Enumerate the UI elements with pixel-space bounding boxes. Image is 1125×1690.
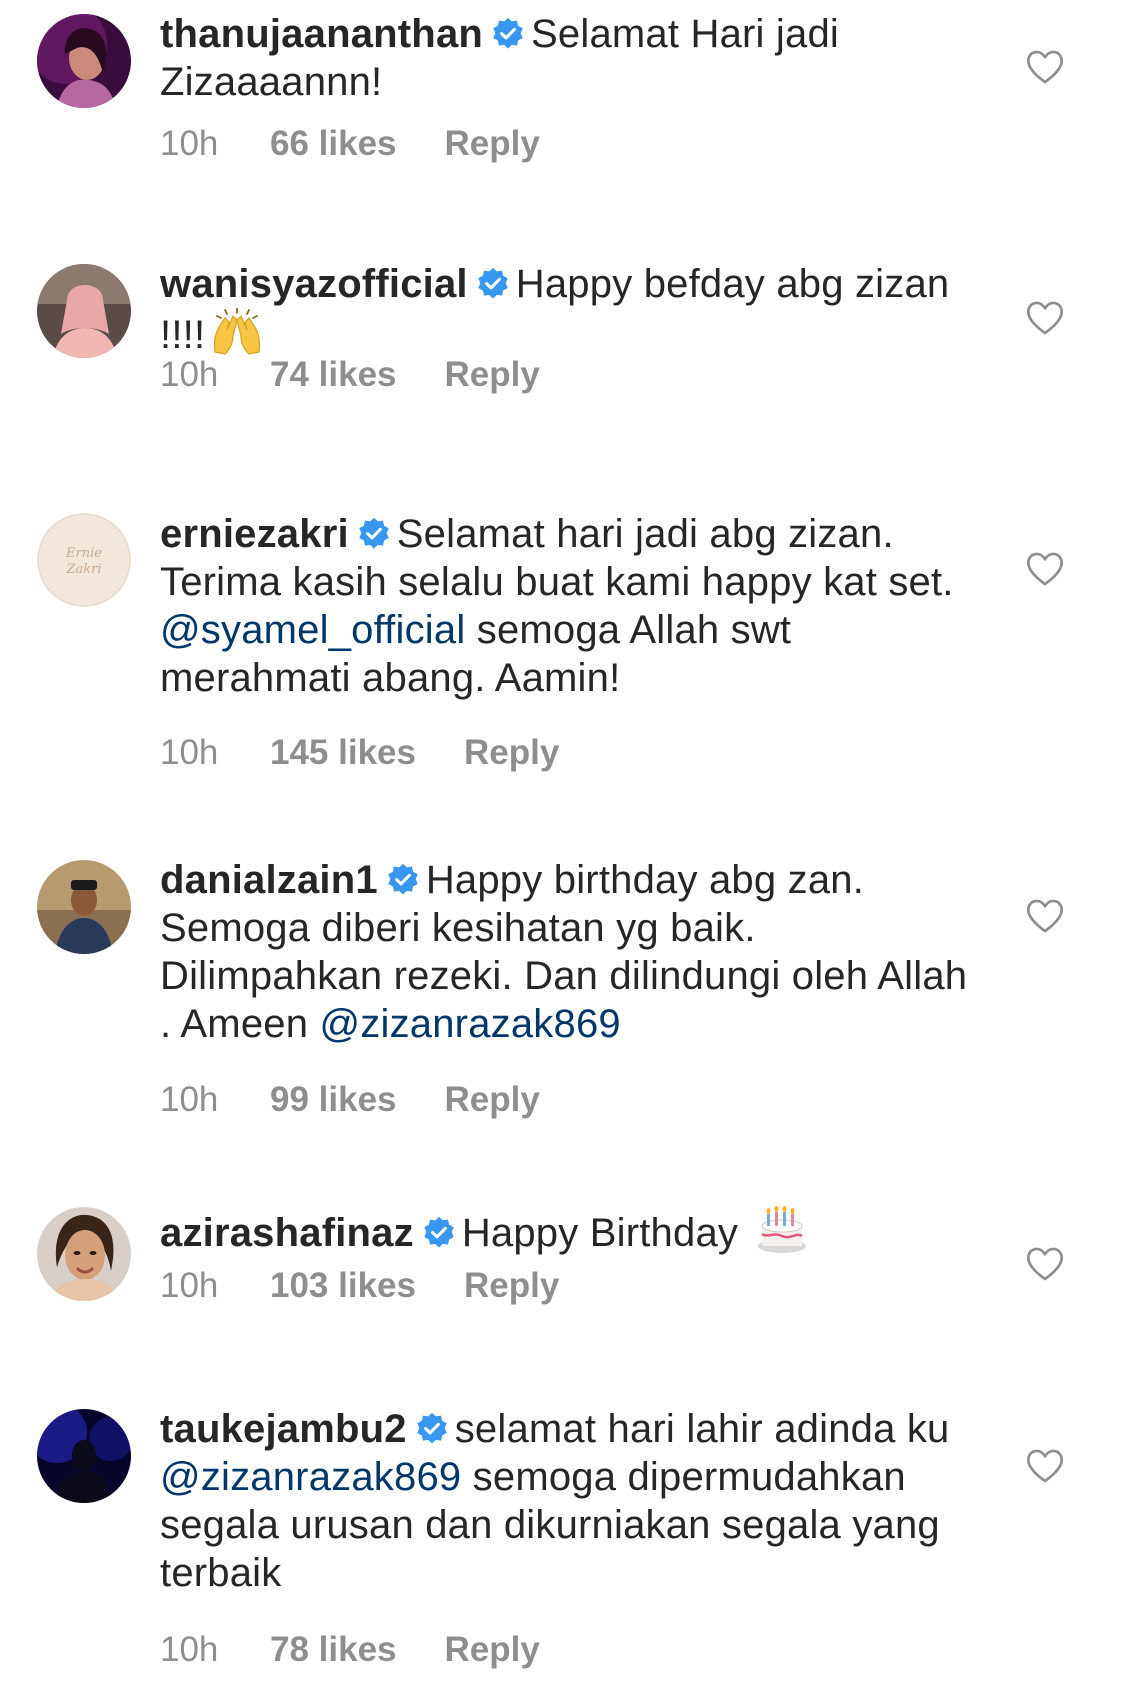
comment-meta: 10h 99 likes Reply bbox=[160, 1080, 540, 1120]
heart-icon[interactable] bbox=[1026, 551, 1064, 587]
verified-badge-icon bbox=[422, 1216, 456, 1250]
timestamp: 10h bbox=[160, 1630, 219, 1669]
reply-button[interactable]: Reply bbox=[445, 124, 540, 164]
verified-badge-icon bbox=[491, 17, 525, 51]
username[interactable]: erniezakri bbox=[160, 512, 349, 556]
comment-body: azirashafinaz Happy Birthday bbox=[160, 1204, 980, 1257]
mention-link[interactable]: @syamel_official bbox=[160, 608, 465, 652]
avatar[interactable]: Ernie Zakri bbox=[37, 513, 131, 607]
avatar[interactable] bbox=[37, 860, 131, 954]
comment-meta: 10h 103 likes Reply bbox=[160, 1266, 559, 1306]
username[interactable]: azirashafinaz bbox=[160, 1211, 414, 1255]
birthday-cake-icon bbox=[758, 1206, 807, 1253]
comment-text: Happy Birthday bbox=[461, 1211, 739, 1255]
comment-meta: 10h 145 likes Reply bbox=[160, 733, 559, 773]
comment-meta: 10h 78 likes Reply bbox=[160, 1630, 540, 1670]
likes-count[interactable]: 145 likes bbox=[270, 733, 416, 773]
comment-body: erniezakri Selamat hari jadi abg zizan. T… bbox=[160, 510, 980, 702]
heart-icon[interactable] bbox=[1026, 898, 1064, 934]
comment-body: wanisyazofficial Happy befday abg zizan !… bbox=[160, 260, 980, 359]
timestamp: 10h bbox=[160, 355, 219, 394]
verified-badge-icon bbox=[415, 1412, 449, 1446]
verified-badge-icon bbox=[386, 863, 420, 897]
heart-icon[interactable] bbox=[1026, 1246, 1064, 1282]
svg-text:Ernie: Ernie bbox=[65, 546, 102, 561]
likes-count[interactable]: 99 likes bbox=[270, 1080, 397, 1120]
reply-button[interactable]: Reply bbox=[445, 1630, 540, 1670]
mention-link[interactable]: @zizanrazak869 bbox=[160, 1455, 461, 1499]
verified-badge-icon bbox=[357, 517, 391, 551]
timestamp: 10h bbox=[160, 1080, 219, 1119]
comment-meta: 10h 74 likes Reply bbox=[160, 355, 540, 395]
reply-button[interactable]: Reply bbox=[464, 1266, 559, 1306]
username[interactable]: wanisyazofficial bbox=[160, 262, 468, 306]
likes-count[interactable]: 78 likes bbox=[270, 1630, 397, 1670]
avatar[interactable] bbox=[37, 14, 131, 108]
avatar[interactable] bbox=[37, 1207, 131, 1301]
timestamp: 10h bbox=[160, 124, 219, 163]
comment-meta: 10h 66 likes Reply bbox=[160, 124, 540, 164]
comment-text: selamat hari lahir adinda ku bbox=[454, 1407, 950, 1451]
reply-button[interactable]: Reply bbox=[445, 355, 540, 395]
reply-button[interactable]: Reply bbox=[445, 1080, 540, 1120]
username[interactable]: danialzain1 bbox=[160, 858, 378, 902]
reply-button[interactable]: Reply bbox=[464, 733, 559, 773]
heart-icon[interactable] bbox=[1026, 300, 1064, 336]
heart-icon[interactable] bbox=[1026, 49, 1064, 85]
mention-link[interactable]: @zizanrazak869 bbox=[320, 1002, 621, 1046]
likes-count[interactable]: 103 likes bbox=[270, 1266, 416, 1306]
username[interactable]: thanujaananthan bbox=[160, 12, 483, 56]
comment-body: taukejambu2 selamat hari lahir adinda ku … bbox=[160, 1405, 980, 1597]
timestamp: 10h bbox=[160, 733, 219, 772]
heart-icon[interactable] bbox=[1026, 1448, 1064, 1484]
likes-count[interactable]: 66 likes bbox=[270, 124, 397, 164]
raising-hands-icon bbox=[214, 308, 261, 355]
comment-body: danialzain1 Happy birthday abg zan. Semog… bbox=[160, 856, 980, 1048]
avatar[interactable] bbox=[37, 1409, 131, 1503]
likes-count[interactable]: 74 likes bbox=[270, 355, 397, 395]
username[interactable]: taukejambu2 bbox=[160, 1407, 407, 1451]
timestamp: 10h bbox=[160, 1266, 219, 1305]
comment-body: thanujaananthan Selamat Hari jadi Zizaaaa… bbox=[160, 10, 980, 106]
verified-badge-icon bbox=[476, 267, 510, 301]
avatar[interactable] bbox=[37, 264, 131, 358]
svg-text:Zakri: Zakri bbox=[65, 562, 101, 577]
